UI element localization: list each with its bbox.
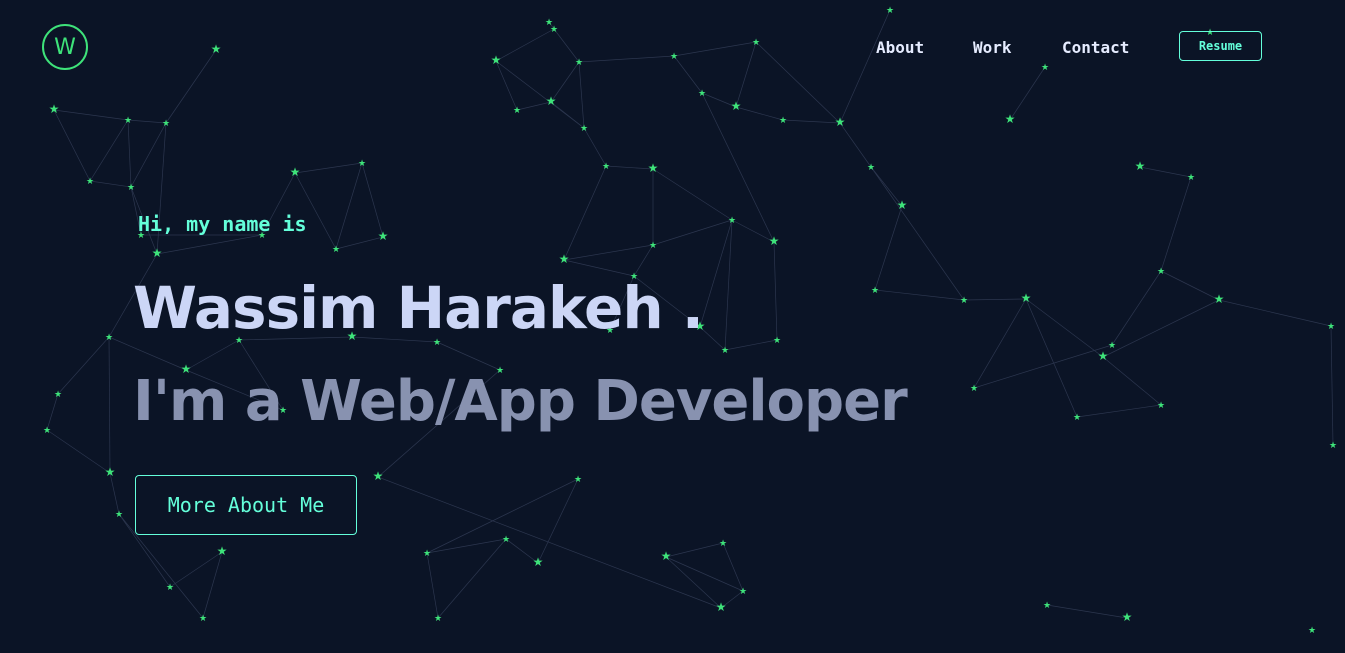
top-nav: About Work Contact Resume bbox=[0, 31, 1345, 63]
greeting-text: Hi, my name is bbox=[138, 212, 307, 236]
nav-work-link[interactable]: Work bbox=[973, 38, 1012, 57]
nav-contact-link[interactable]: Contact bbox=[1062, 38, 1129, 57]
nav-about-link[interactable]: About bbox=[876, 38, 924, 57]
more-about-me-button[interactable]: More About Me bbox=[135, 475, 357, 535]
resume-button[interactable]: Resume bbox=[1179, 31, 1262, 61]
hero-name: Wassim Harakeh . bbox=[133, 274, 704, 342]
hero-tagline: I'm a Web/App Developer bbox=[133, 369, 908, 434]
hero-section: Hi, my name is Wassim Harakeh . I'm a We… bbox=[0, 0, 1345, 653]
